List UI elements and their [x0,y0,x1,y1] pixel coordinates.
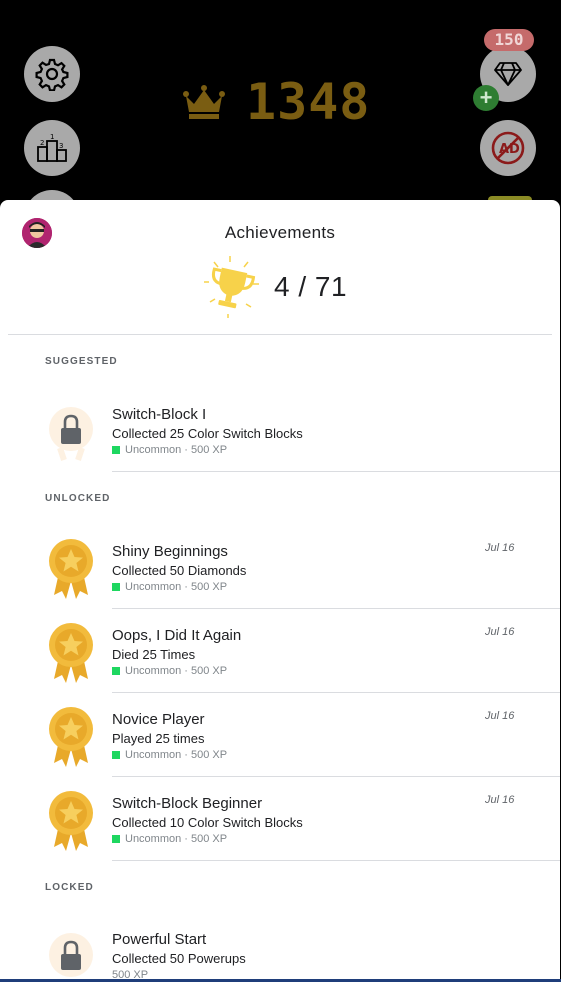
medal-icon [49,791,93,851]
achievement-name: Novice Player [112,711,205,728]
list-item[interactable]: Powerful Start Collected 50 Powerups 500… [0,914,560,982]
achievement-meta: Uncommon · 500 XP [112,665,227,677]
achievement-name: Oops, I Did It Again [112,627,242,644]
row-divider [112,860,560,861]
list-item[interactable]: Switch-Block I Collected 25 Color Switch… [0,388,560,472]
achievement-meta: Uncommon · 500 XP [112,749,227,761]
gear-icon [35,58,69,91]
rarity-indicator [112,446,120,454]
trophy-icon [204,256,259,318]
achievement-name: Switch-Block I [112,406,207,423]
score-display: 1348 [182,76,370,128]
leaderboard-button[interactable]: 12 3 [24,120,80,176]
score-value: 1348 [246,73,371,131]
section-label-locked: LOCKED [45,882,94,893]
achievement-meta: Uncommon · 500 XP [112,444,227,456]
achievement-name: Switch-Block Beginner [112,795,263,812]
section-label-unlocked: UNLOCKED [45,493,111,504]
unlock-date: Jul 16 [485,542,515,554]
page-title: Achievements [224,223,336,242]
achievement-description: Played 25 times [112,731,205,746]
achievement-progress: 4 / 71 [196,252,347,322]
remove-ads-button[interactable]: AD [480,120,536,176]
medal-icon [49,539,93,599]
leaderboard-podium-icon: 12 3 [37,133,67,162]
rarity-xp-text: Uncommon · 500 XP [125,444,228,456]
unlock-date: Jul 16 [485,710,515,722]
achievement-name: Powerful Start [112,931,207,948]
achievements-sheet: Achievements 4 / 71 SUGGESTED Switch-Blo… [0,200,560,982]
section-label-suggested: SUGGESTED [45,356,118,367]
list-item[interactable]: Switch-Block Beginner Collected 10 Color… [0,777,560,861]
medal-icon [49,623,93,683]
svg-text:AD: AD [499,142,520,157]
list-item[interactable]: Oops, I Did It Again Died 25 Times Uncom… [0,609,560,693]
row-divider [112,471,560,472]
achievement-description: Collected 10 Color Switch Blocks [112,815,303,830]
add-gems-button[interactable]: + [473,85,499,111]
achievement-meta: Uncommon · 500 XP [112,581,227,593]
gem-count-badge: 150 [484,29,534,51]
diamond-icon [494,62,522,86]
achievement-name: Shiny Beginnings [112,543,228,560]
svg-text:1: 1 [50,133,54,141]
unlock-date: Jul 16 [485,626,515,638]
rarity-indicator [112,583,120,591]
rarity-indicator [112,751,120,759]
medal-icon [49,707,93,767]
achievement-description: Collected 25 Color Switch Blocks [112,426,303,441]
rarity-xp-text: Uncommon · 500 XP [125,749,228,761]
rarity-xp-text: Uncommon · 500 XP [125,581,228,593]
crown-icon [183,85,225,119]
rarity-indicator [112,667,120,675]
rarity-xp-text: Uncommon · 500 XP [125,665,228,677]
header-divider [8,334,552,335]
no-ads-icon: AD [491,131,525,165]
achievement-meta: Uncommon · 500 XP [112,833,227,845]
settings-button[interactable] [24,46,80,102]
rarity-indicator [112,835,120,843]
unlock-date: Jul 16 [485,794,515,806]
lock-icon [49,407,93,461]
achievement-description: Died 25 Times [112,647,196,662]
list-item[interactable]: Novice Player Played 25 times Uncommon ·… [0,693,560,777]
svg-text:2: 2 [40,139,44,147]
achievement-description: Collected 50 Diamonds [112,563,247,578]
svg-text:3: 3 [59,142,63,150]
list-item[interactable]: Shiny Beginnings Collected 50 Diamonds U… [0,525,560,609]
rarity-xp-text: Uncommon · 500 XP [125,833,228,845]
achievement-description: Collected 50 Powerups [112,951,246,966]
lock-icon [49,933,93,977]
progress-count: 4 / 71 [274,271,348,302]
